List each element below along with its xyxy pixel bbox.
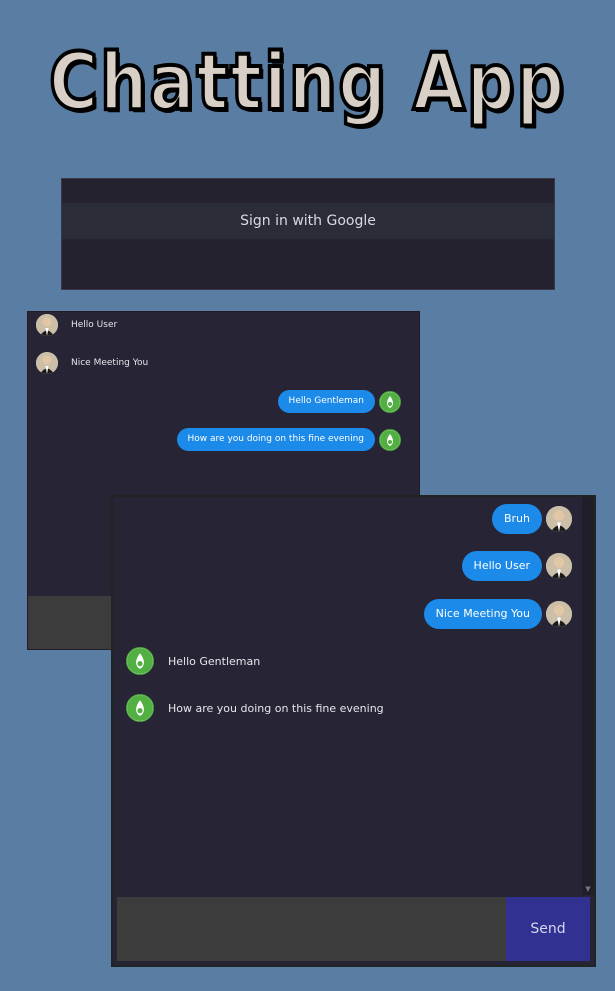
message-row: Bruh	[491, 504, 572, 534]
message-row: Hello Gentleman	[126, 647, 260, 675]
message-row: Hello User	[36, 314, 117, 336]
gentleman-avatar-icon	[36, 314, 58, 336]
message-bubble: Hello Gentleman	[277, 390, 375, 413]
message-text: Hello Gentleman	[168, 654, 261, 668]
message-text: Nice Meeting You	[71, 358, 149, 368]
message-row: Nice Meeting You	[36, 352, 148, 374]
send-button[interactable]: Send	[506, 897, 590, 961]
gentleman-avatar-icon	[36, 352, 58, 374]
message-bubble: Bruh	[491, 504, 542, 534]
green-leaf-avatar-icon	[379, 428, 401, 451]
chat-scrollbar[interactable]: ▼	[582, 497, 594, 895]
message-text: Hello User	[71, 320, 118, 330]
message-row: Hello Gentleman	[277, 390, 401, 413]
message-row: Nice Meeting You	[423, 599, 572, 629]
message-bubble: Hello User	[461, 551, 542, 581]
green-leaf-avatar-icon	[126, 694, 154, 722]
message-text: How are you doing on this fine evening	[168, 701, 384, 715]
green-leaf-avatar-icon	[126, 647, 154, 675]
message-row: How are you doing on this fine evening	[176, 428, 401, 451]
message-row: How are you doing on this fine evening	[126, 694, 384, 722]
message-bubble: How are you doing on this fine evening	[176, 428, 375, 451]
google-signin-button[interactable]: Sign in with Google	[62, 203, 554, 239]
message-row: Hello User	[461, 551, 572, 581]
gentleman-avatar-icon	[546, 506, 572, 532]
gentleman-avatar-icon	[546, 553, 572, 579]
signin-panel: Sign in with Google	[61, 178, 555, 290]
app-title: Chatting App	[47, 36, 567, 130]
message-bubble: Nice Meeting You	[423, 599, 542, 629]
chat-window-signed-in-as-user: Bruh Hello User Nice Meeting You Hello G…	[111, 495, 596, 967]
gentleman-avatar-icon	[546, 601, 572, 627]
scroll-down-arrow-icon[interactable]: ▼	[584, 885, 592, 893]
message-input[interactable]	[117, 897, 506, 961]
green-leaf-avatar-icon	[379, 390, 401, 413]
